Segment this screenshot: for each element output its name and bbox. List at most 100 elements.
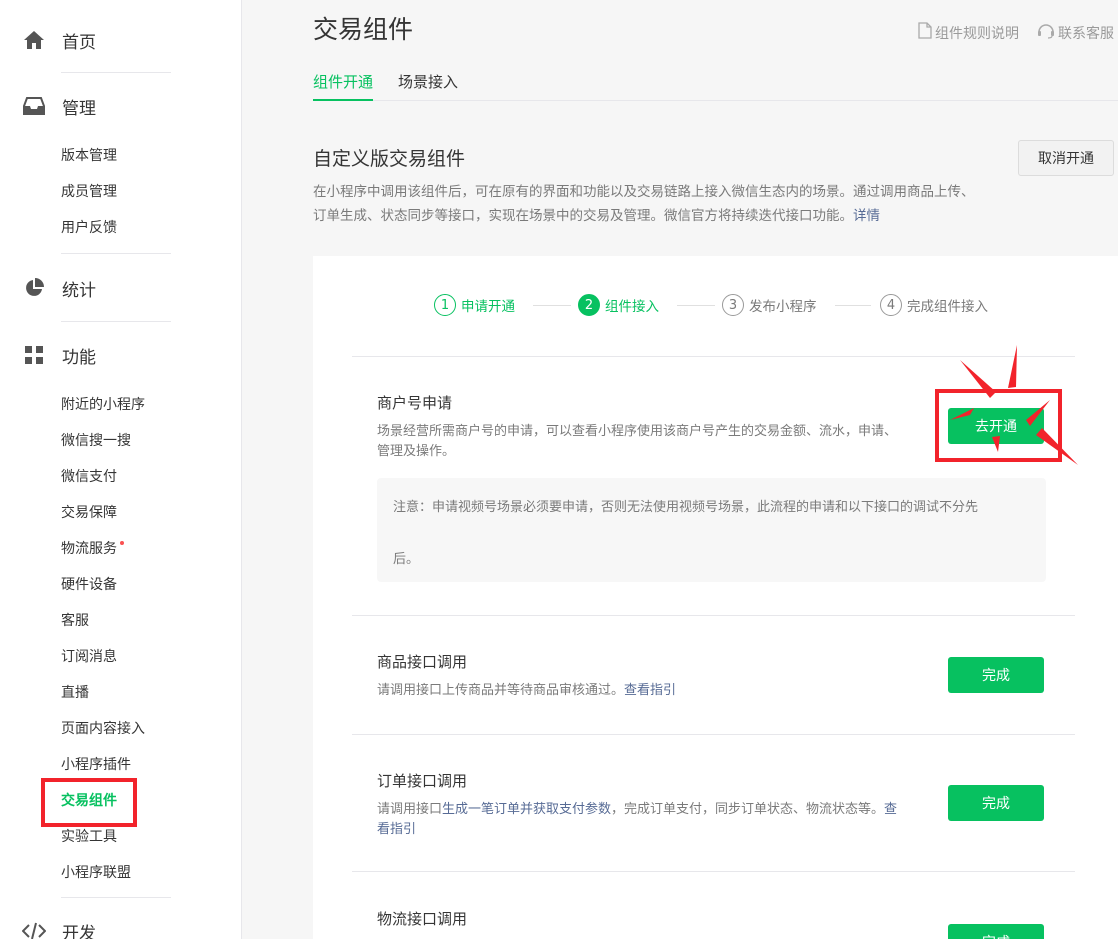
nav-dev-label: 开发 xyxy=(62,923,96,939)
order-guide-link-part-1[interactable]: 查 xyxy=(884,802,897,817)
sidebar-item-content[interactable]: 页面内容接入 xyxy=(61,719,145,739)
nav-features[interactable]: 功能 xyxy=(0,335,242,375)
cancel-activation-button[interactable]: 取消开通 xyxy=(1018,140,1114,176)
rules-link-label: 组件规则说明 xyxy=(935,25,1019,42)
merchant-row-title: 商户号申请 xyxy=(377,394,453,412)
home-icon xyxy=(22,28,46,52)
nav-group-manage: 管理 xyxy=(0,86,242,126)
nav-dev[interactable]: 开发 xyxy=(0,911,242,939)
sidebar-item-logistics-label: 物流服务 xyxy=(61,541,117,557)
row-divider xyxy=(352,615,1075,616)
inbox-icon xyxy=(22,94,46,118)
merchant-desc-line-2: 管理及操作。 xyxy=(377,444,456,459)
nav-group-home[interactable]: 首页 xyxy=(0,20,242,60)
sidebar-item-union[interactable]: 小程序联盟 xyxy=(61,863,131,883)
section-title: 自定义版交易组件 xyxy=(313,148,466,170)
nav-divider xyxy=(61,321,171,322)
step-2-label: 组件接入 xyxy=(605,299,659,315)
rules-link[interactable]: 组件规则说明 xyxy=(918,22,1019,43)
sidebar-item-service[interactable]: 客服 xyxy=(61,611,89,631)
order-done-button[interactable]: 完成 xyxy=(948,785,1044,821)
nav-divider xyxy=(61,253,171,254)
page-title: 交易组件 xyxy=(313,15,414,44)
sidebar-item-subscribe[interactable]: 订阅消息 xyxy=(61,647,117,667)
sidebar-item-version[interactable]: 版本管理 xyxy=(61,146,117,166)
nav-manage[interactable]: 管理 xyxy=(0,86,242,126)
nav-group-features: 功能 xyxy=(0,335,242,375)
grid-icon xyxy=(22,343,46,367)
product-done-button[interactable]: 完成 xyxy=(948,657,1044,693)
merchant-notice-line-1: 注意：申请视频号场景必须要申请，否则无法使用视频号场景，此流程的申请和以下接口的… xyxy=(393,500,979,515)
sidebar-item-members[interactable]: 成员管理 xyxy=(61,182,117,202)
order-desc-pre: 请调用接口 xyxy=(377,802,443,817)
step-4-label: 完成组件接入 xyxy=(907,299,988,315)
service-link[interactable]: 联系客服 xyxy=(1037,22,1114,43)
step-connector xyxy=(533,305,571,306)
sidebar-item-hardware[interactable]: 硬件设备 xyxy=(61,575,117,595)
nav-divider xyxy=(61,897,171,898)
product-row-title: 商品接口调用 xyxy=(377,653,468,671)
step-1-number: 1 xyxy=(434,294,456,316)
sidebar-item-nearby[interactable]: 附近的小程序 xyxy=(61,395,145,415)
nav-home[interactable]: 首页 xyxy=(0,20,242,60)
step-4-number: 4 xyxy=(880,294,902,316)
row-divider xyxy=(352,356,1075,357)
sidebar-item-logistics[interactable]: 物流服务 xyxy=(61,539,124,559)
sidebar: 首页 管理 版本管理 成员管理 用户反馈 统计 功能 附近的小程序 微信搜一搜 … xyxy=(0,0,242,939)
step-4: 4 完成组件接入 xyxy=(880,294,988,316)
step-3-number: 3 xyxy=(722,294,744,316)
sidebar-item-search[interactable]: 微信搜一搜 xyxy=(61,431,131,451)
merchant-notice: 注意：申请视频号场景必须要申请，否则无法使用视频号场景，此流程的申请和以下接口的… xyxy=(377,478,1046,582)
sidebar-item-guarantee[interactable]: 交易保障 xyxy=(61,503,117,523)
steps-card: 1 申请开通 2 组件接入 3 发布小程序 4 完成组件接入 商户号申请 场景经… xyxy=(313,256,1118,939)
nav-home-label: 首页 xyxy=(62,32,96,53)
step-connector xyxy=(677,305,715,306)
code-icon xyxy=(22,919,46,939)
row-divider xyxy=(352,734,1075,735)
order-params-link[interactable]: 生成一笔订单并获取支付参数 xyxy=(442,802,611,817)
nav-manage-label: 管理 xyxy=(62,98,96,119)
nav-stats[interactable]: 统计 xyxy=(0,268,242,308)
merchant-notice-line-2: 后。 xyxy=(393,552,420,567)
sidebar-item-pay[interactable]: 微信支付 xyxy=(61,467,117,487)
nav-group-stats: 统计 xyxy=(0,268,242,308)
sidebar-item-lab[interactable]: 实验工具 xyxy=(61,827,117,847)
merchant-row-desc: 场景经营所需商户号的申请，可以查看小程序使用该商户号产生的交易金额、流水，申请、… xyxy=(377,422,897,462)
step-2-number: 2 xyxy=(578,294,600,316)
tab-scene[interactable]: 场景接入 xyxy=(398,70,458,101)
progress-steps: 1 申请开通 2 组件接入 3 发布小程序 4 完成组件接入 xyxy=(313,294,1118,318)
highlight-box xyxy=(935,389,1062,462)
tab-bar: 组件开通 场景接入 xyxy=(313,70,1118,101)
section-description: 在小程序中调用该组件后，可在原有的界面和功能以及交易链路上接入微信生态内的场景。… xyxy=(313,180,978,228)
logistics-done-button[interactable]: 完成 xyxy=(948,924,1044,939)
header-links: 组件规则说明 联系客服 xyxy=(918,22,1114,43)
sidebar-item-plugin[interactable]: 小程序插件 xyxy=(61,755,131,775)
order-desc-post: ，完成订单支付，同步订单状态、物流状态等。 xyxy=(611,802,885,817)
product-guide-link[interactable]: 查看指引 xyxy=(624,683,676,698)
pie-chart-icon xyxy=(22,276,46,300)
sidebar-item-live[interactable]: 直播 xyxy=(61,683,89,703)
logistics-row-title: 物流接口调用 xyxy=(377,910,468,928)
headset-icon xyxy=(1037,22,1055,43)
document-icon xyxy=(918,22,932,43)
step-3-label: 发布小程序 xyxy=(749,299,817,315)
details-link[interactable]: 详情 xyxy=(853,208,880,224)
notification-dot xyxy=(120,541,124,545)
step-connector xyxy=(835,305,871,306)
step-3: 3 发布小程序 xyxy=(722,294,817,316)
order-row-desc: 请调用接口生成一笔订单并获取支付参数，完成订单支付，同步订单状态、物流状态等。查… xyxy=(377,800,947,840)
step-2: 2 组件接入 xyxy=(578,294,659,316)
step-1: 1 申请开通 xyxy=(434,294,515,316)
order-row-title: 订单接口调用 xyxy=(377,772,468,790)
tab-activate[interactable]: 组件开通 xyxy=(313,70,374,101)
step-1-label: 申请开通 xyxy=(461,299,515,315)
merchant-desc-line-1: 场景经营所需商户号的申请，可以查看小程序使用该商户号产生的交易金额、流水，申请、 xyxy=(377,424,898,439)
sidebar-item-feedback[interactable]: 用户反馈 xyxy=(61,218,117,238)
order-guide-link-part-2[interactable]: 看指引 xyxy=(377,822,416,837)
product-row-desc: 请调用接口上传商品并等待商品审核通过。查看指引 xyxy=(377,681,676,701)
nav-divider xyxy=(61,72,171,73)
highlight-box xyxy=(41,778,137,827)
main-content: 交易组件 组件规则说明 联系客服 组件开通 场景接入 自定义版交易组件 取消开通… xyxy=(243,0,1118,939)
service-link-label: 联系客服 xyxy=(1058,25,1114,42)
nav-features-label: 功能 xyxy=(62,347,96,368)
